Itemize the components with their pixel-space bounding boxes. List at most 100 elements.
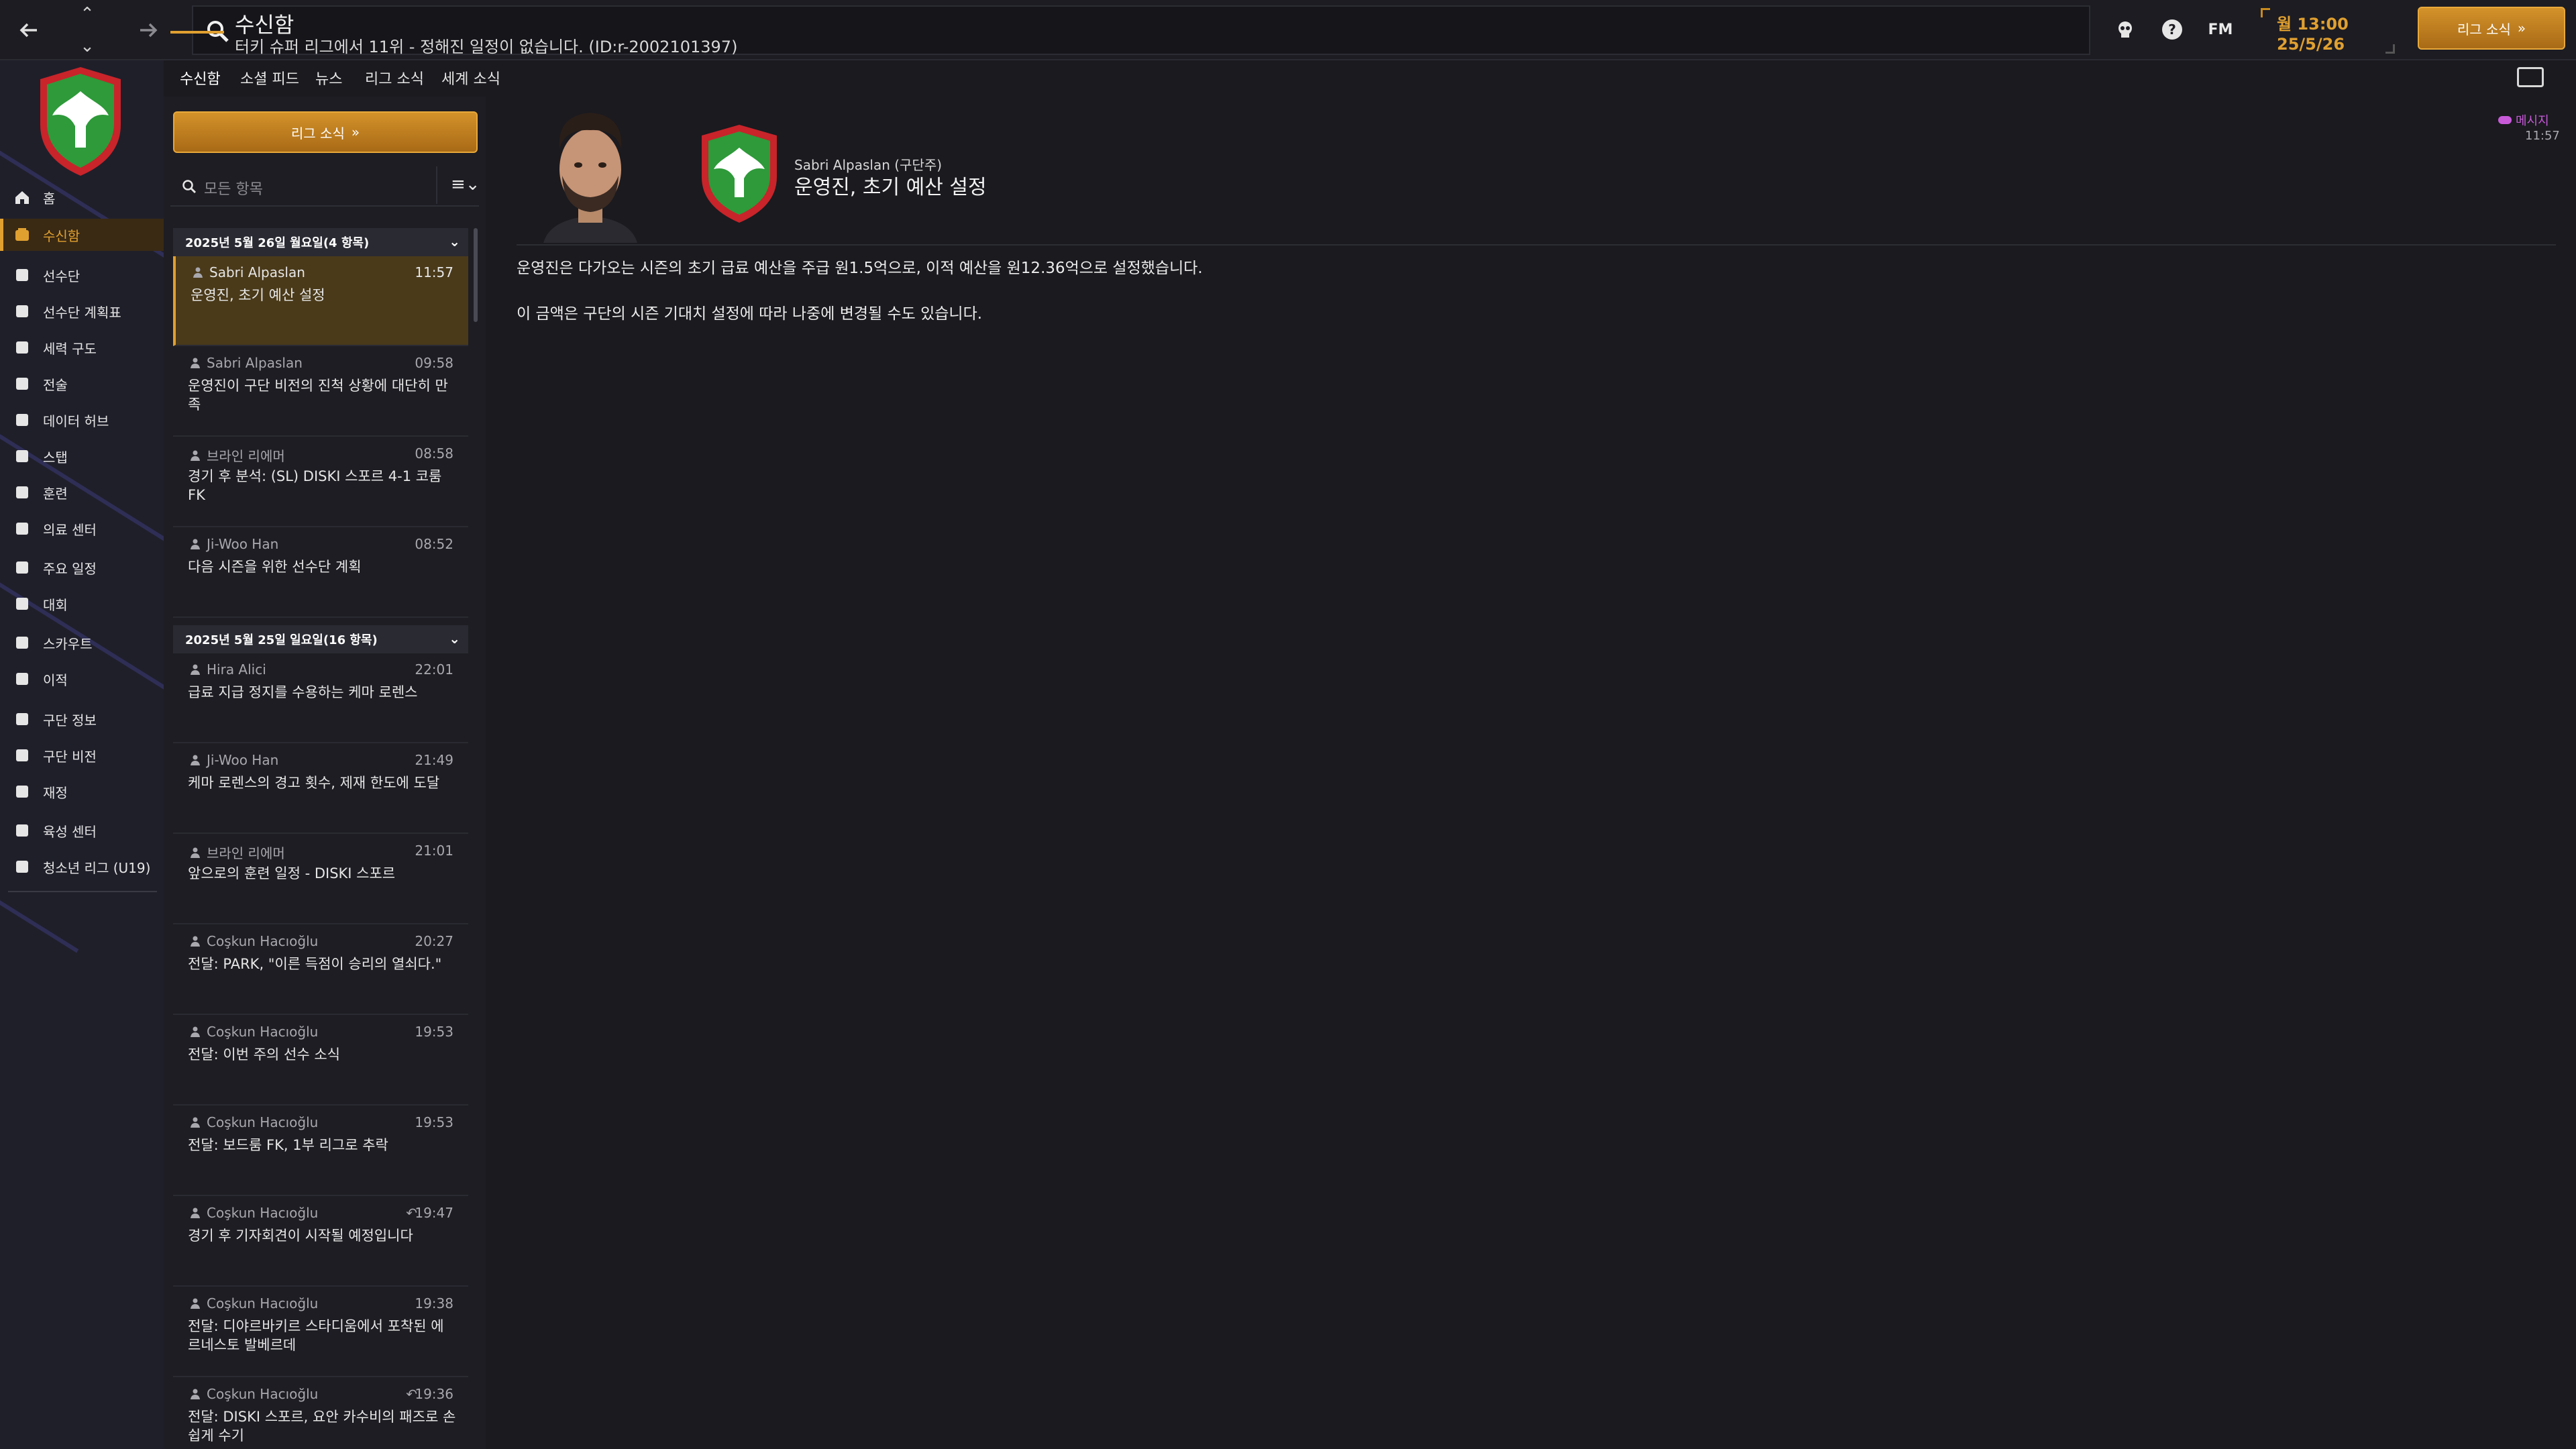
league-news-button-label: 리그 소식: [290, 125, 345, 142]
tactics-icon: [12, 374, 32, 394]
chevron-up-icon[interactable]: ⌃: [80, 4, 95, 24]
league-news-button[interactable]: 리그 소식 »: [173, 111, 478, 153]
data-icon: [12, 410, 32, 430]
sidebar-item[interactable]: 수신함: [0, 219, 164, 251]
calendar-icon: [12, 557, 32, 578]
game-date-display[interactable]: 월 13:00 25/5/26: [2261, 5, 2395, 54]
sidebar-item[interactable]: 의료 센터: [0, 513, 164, 545]
sidebar-item-label: 육성 센터: [43, 823, 97, 840]
message-sender: Ji-Woo Han: [191, 536, 278, 552]
list-scrollbar[interactable]: [474, 228, 478, 322]
sidebar-item[interactable]: 훈련: [0, 476, 164, 508]
date-group-header[interactable]: 2025년 5월 26일 월요일(4 항목) ⌄: [173, 228, 468, 256]
message-list-item[interactable]: 브라인 리에머 08:58 경기 후 분석: (SL) DISKI 스포르 4-1 …: [173, 437, 468, 527]
game-date: 25/5/26: [2277, 35, 2345, 54]
youth-icon: [12, 857, 32, 877]
person-icon: [191, 358, 200, 368]
sidebar-item[interactable]: 스탭: [0, 440, 164, 472]
sidebar-item-label: 청소년 리그 (U19): [43, 859, 151, 876]
sidebar-item[interactable]: 구단 비전: [0, 739, 164, 771]
chevron-down-icon[interactable]: ⌄: [449, 233, 460, 250]
message-search-input[interactable]: 모든 항목: [204, 177, 263, 199]
message-preview: 운영진, 초기 예산 설정: [191, 287, 325, 303]
sidebar-item-label: 홈: [43, 190, 56, 207]
message-sender: Coşkun Hacıoğlu: [191, 1024, 318, 1040]
sidebar-item[interactable]: 재정: [0, 775, 164, 808]
tab-league-news[interactable]: 리그 소식: [365, 67, 424, 89]
message-list-item[interactable]: 브라인 리에머 21:01 앞으로의 훈련 일정 - DISKI 스포르: [173, 835, 468, 924]
continue-league-news-button[interactable]: 리그 소식 »: [2418, 7, 2565, 50]
clipboard-icon: [12, 301, 32, 321]
message-list-item[interactable]: Coşkun Hacıoğlu 19:38 전달: 디야르바키르 스타디움에서 포착…: [173, 1287, 468, 1377]
back-arrow-icon[interactable]: [8, 9, 50, 51]
message-sender-name: 브라인 리에머: [207, 448, 285, 464]
sidebar-item-label: 수신함: [43, 227, 80, 244]
message-sender-name: Coşkun Hacıoğlu: [207, 1295, 319, 1311]
sidebar-item[interactable]: 선수단 계획표: [0, 295, 164, 327]
tab-news[interactable]: 뉴스: [315, 67, 342, 89]
sidebar-item[interactable]: 대회: [0, 588, 164, 620]
message-list-item[interactable]: Sabri Alpaslan 09:58 운영진이 구단 비전의 진척 상황에 대단…: [173, 347, 468, 437]
message-badge-icon: [2498, 116, 2512, 124]
forward-arrow-icon[interactable]: [127, 9, 169, 51]
message-sender: Ji-Woo Han: [191, 752, 278, 768]
person-icon: [191, 1389, 200, 1399]
message-preview: 전달: 디야르바키르 스타디움에서 포착된 에르네스토 발베르데: [188, 1318, 444, 1353]
person-icon: [191, 664, 200, 675]
svg-text:?: ?: [2168, 21, 2176, 38]
page-subtitle: 터키 슈퍼 리그에서 11위 - 정해진 일정이 없습니다. (ID:r-200…: [235, 38, 738, 56]
sidebar-item[interactable]: 데이터 허브: [0, 404, 164, 436]
sidebar-item[interactable]: 구단 정보: [0, 703, 164, 735]
message-list-item[interactable]: Sabri Alpaslan 11:57 운영진, 초기 예산 설정: [173, 256, 468, 346]
message-list-item[interactable]: Coşkun Hacıoğlu ↶ 19:47 경기 후 기자회견이 시작될 예정입니…: [173, 1197, 468, 1287]
tab-inbox[interactable]: 수신함: [180, 67, 221, 89]
corner-decoration: [2261, 8, 2270, 17]
chevron-down-icon[interactable]: ⌄: [80, 36, 95, 56]
filter-menu-icon[interactable]: ≡⌄: [451, 174, 480, 195]
sidebar-item[interactable]: 육성 센터: [0, 814, 164, 847]
training-icon: [12, 482, 32, 502]
sidebar-item[interactable]: 홈: [0, 181, 164, 213]
message-time: 19:53: [415, 1024, 453, 1040]
message-list-panel: 리그 소식 » 모든 항목 ≡⌄ 2025년 5월 26일 월요일(4 항목) ⌄…: [164, 97, 486, 1449]
dynamics-icon: [12, 337, 32, 358]
message-list-item[interactable]: Ji-Woo Han 08:52 다음 시즌을 위한 선수단 계획: [173, 528, 468, 618]
message-preview: 케마 로렌스의 경고 횟수, 제재 한도에 도달: [188, 775, 440, 791]
tab-social-feed[interactable]: 소셜 피드: [240, 67, 299, 89]
sidebar-item[interactable]: 주요 일정: [0, 551, 164, 584]
message-list-item[interactable]: Hira Alici 22:01 급료 지급 정지를 수용하는 케마 로렌스: [173, 653, 468, 743]
sidebar-item[interactable]: 전술: [0, 368, 164, 400]
date-group-header[interactable]: 2025년 5월 25일 일요일(16 항목) ⌄: [173, 625, 468, 653]
sidebar-item[interactable]: 이적: [0, 663, 164, 695]
title-search-bar[interactable]: 수신함 터키 슈퍼 리그에서 11위 - 정해진 일정이 없습니다. (ID:r…: [192, 5, 2090, 56]
sidebar-item-label: 재정: [43, 784, 68, 801]
fm-menu-button[interactable]: FM: [2206, 15, 2235, 44]
sidebar-item[interactable]: 스카우트: [0, 627, 164, 659]
message-list-item[interactable]: Coşkun Hacıoğlu 19:53 전달: 이번 주의 선수 소식: [173, 1016, 468, 1106]
message-sender-name: Coşkun Hacıoğlu: [207, 933, 319, 949]
club-crest-logo[interactable]: [35, 64, 126, 178]
skull-icon[interactable]: [2110, 15, 2140, 44]
app-root: ⌃ ⌄ 수신함 터키 슈퍼 리그에서 11위 - 정해진 일정이 없습니다. (…: [0, 0, 2576, 1449]
message-body-line: 운영진은 다가오는 시즌의 초기 급료 예산을 주급 원1.5억으로, 이적 예…: [517, 260, 1203, 277]
message-time: 19:47: [415, 1205, 453, 1221]
sidebar-item[interactable]: 청소년 리그 (U19): [0, 851, 164, 883]
sidebar-item[interactable]: 세력 구도: [0, 331, 164, 364]
message-time: 19:38: [415, 1295, 453, 1311]
chevron-down-icon[interactable]: ⌄: [449, 631, 460, 647]
message-list-item[interactable]: Coşkun Hacıoğlu ↶ 19:36 전달: DISKI 스포르, 요안 카…: [173, 1378, 468, 1449]
sidebar-item-label: 구단 정보: [43, 712, 97, 729]
tab-world-news[interactable]: 세계 소식: [441, 67, 500, 89]
person-icon: [191, 1208, 200, 1218]
message-list-item[interactable]: Coşkun Hacıoğlu 20:27 전달: PARK, "이른 득점이 승리…: [173, 925, 468, 1015]
person-icon: [193, 267, 203, 278]
top-bar: ⌃ ⌄ 수신함 터키 슈퍼 리그에서 11위 - 정해진 일정이 없습니다. (…: [0, 0, 2576, 60]
message-list-item[interactable]: Coşkun Hacıoğlu 19:53 전달: 보드룸 FK, 1부 리그로 추…: [173, 1106, 468, 1196]
help-icon[interactable]: ?: [2157, 15, 2187, 44]
screen-mode-icon[interactable]: [2517, 67, 2544, 87]
message-sender-name: 브라인 리에머: [207, 845, 285, 861]
sidebar-item[interactable]: 선수단: [0, 259, 164, 291]
person-icon: [191, 847, 200, 858]
sidebar-item-label: 의료 센터: [43, 521, 97, 538]
message-list-item[interactable]: Ji-Woo Han 21:49 케마 로렌스의 경고 횟수, 제재 한도에 도달: [173, 744, 468, 834]
